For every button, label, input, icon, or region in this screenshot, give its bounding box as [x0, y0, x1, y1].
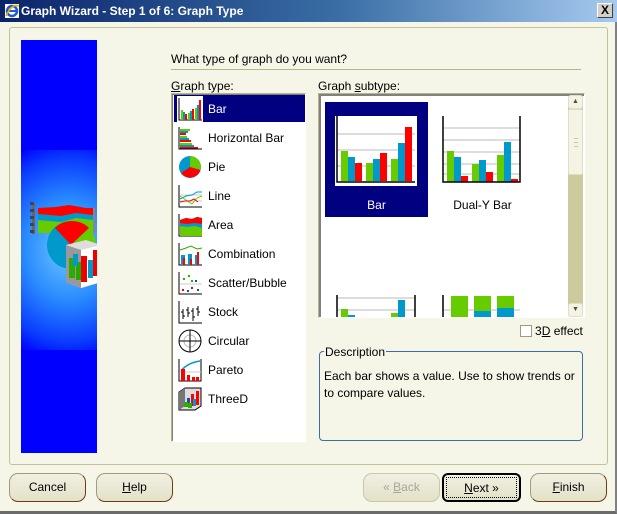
- scroll-up-button[interactable]: ▲: [568, 95, 583, 109]
- graph-type-item-combination[interactable]: Combination: [174, 240, 305, 267]
- question-divider: [171, 69, 581, 70]
- subtype-item-bar[interactable]: Bar: [325, 102, 428, 217]
- help-button[interactable]: Help: [96, 473, 173, 502]
- cancel-button[interactable]: Cancel: [9, 473, 86, 502]
- subtype-item-3[interactable]: [325, 259, 428, 317]
- threed-label-rest: effect: [550, 324, 583, 338]
- line-chart-icon: [177, 182, 203, 209]
- graph-type-label-combination: Combination: [208, 246, 276, 261]
- graph-type-label-scatter-bubble: Scatter/Bubble: [208, 275, 287, 290]
- checkbox-box[interactable]: [520, 325, 532, 337]
- combination-chart-icon: [177, 240, 203, 267]
- subtype-dual-y-bar-thumbnail: [441, 116, 523, 186]
- graph-type-item-scatter-bubble[interactable]: Scatter/Bubble: [174, 269, 305, 296]
- subtype-bar-thumbnail: [335, 116, 417, 186]
- finish-mnemonic: F: [552, 480, 560, 494]
- circular-chart-icon: [177, 327, 203, 354]
- title-bar[interactable]: Graph Wizard - Step 1 of 6: Graph Type X: [0, 0, 617, 22]
- scroll-up-icon: ▲: [572, 98, 579, 105]
- graph-type-item-stock[interactable]: Stock: [174, 298, 305, 325]
- threed-bars-image-icon: [66, 240, 97, 288]
- graph-type-item-circular[interactable]: Circular: [174, 327, 305, 354]
- graph-type-label-area: Area: [208, 217, 234, 232]
- graph-type-label-text: raph type:: [180, 79, 234, 93]
- subtype-4-thumbnail: [441, 273, 523, 317]
- back-label: ack: [401, 480, 420, 494]
- graph-type-item-threed[interactable]: ThreeD: [174, 385, 305, 412]
- graph-type-label-line: Line: [208, 188, 231, 203]
- graph-type-label-circular: Circular: [208, 333, 250, 348]
- window-title: Graph Wizard - Step 1 of 6: Graph Type: [21, 4, 244, 18]
- pie-chart-icon: [177, 153, 203, 180]
- threed-effect-checkbox[interactable]: 3D effect: [520, 324, 583, 338]
- scroll-thumb[interactable]: [568, 109, 583, 175]
- graph-type-label-pie: Pie: [208, 159, 226, 174]
- graph-type-label-stock: Stock: [208, 304, 239, 319]
- subtype-item-dual-y-bar[interactable]: Dual-Y Bar: [431, 102, 534, 217]
- subtype-scrollbar[interactable]: ▲ ▼: [568, 95, 583, 317]
- threed-label-mnemonic: D: [541, 324, 551, 338]
- subtype-caption-bar: Bar: [367, 198, 386, 212]
- grip-mark: [574, 142, 578, 143]
- focus-rect: [446, 477, 517, 498]
- app-icon: [5, 4, 20, 18]
- cancel-label: Cancel: [28, 480, 67, 494]
- scroll-down-icon: ▼: [572, 306, 579, 313]
- subtype-item-4[interactable]: [431, 259, 534, 317]
- subtype-3-thumbnail: [335, 273, 417, 317]
- graph-subtype-gallery[interactable]: Bar Dual-Y Bar: [318, 93, 585, 318]
- graph-type-mnemonic: G: [171, 79, 181, 93]
- close-button[interactable]: X: [597, 3, 613, 18]
- graph-type-item-line[interactable]: Line: [174, 182, 305, 209]
- description-group: Description Each bar shows a value. Use …: [319, 345, 583, 441]
- grip-mark: [574, 146, 578, 147]
- back-mnemonic: B: [393, 480, 402, 494]
- graph-type-list[interactable]: Bar Horizontal Bar Pie Line Area Combina…: [171, 93, 306, 442]
- threed-label-pre: 3: [535, 324, 542, 338]
- graph-type-item-horizontal-bar[interactable]: Horizontal Bar: [174, 124, 305, 151]
- next-button[interactable]: Next »: [442, 473, 521, 502]
- stock-chart-icon: [177, 298, 203, 325]
- description-legend: Description: [324, 345, 387, 359]
- close-icon: X: [600, 3, 609, 17]
- graph-type-item-bar[interactable]: Bar: [174, 95, 305, 122]
- scatter-chart-icon: [177, 269, 203, 296]
- area-chart-icon: [177, 211, 203, 238]
- bar-chart-icon: [177, 95, 203, 122]
- graph-collage-icon: [30, 202, 97, 288]
- horizontal-bar-chart-icon: [177, 124, 203, 151]
- graph-type-label-pareto: Pareto: [208, 362, 244, 377]
- finish-button[interactable]: Finish: [530, 473, 607, 502]
- graph-subtype-label-pre: Graph: [318, 79, 355, 93]
- description-text: Each bar shows a value. Use to show tren…: [324, 369, 575, 400]
- question-text: What type of graph do you want?: [171, 52, 348, 66]
- scroll-down-button[interactable]: ▼: [568, 303, 583, 317]
- graph-type-label-horizontal-bar: Horizontal Bar: [208, 130, 285, 145]
- grip-mark: [574, 138, 578, 139]
- pareto-chart-icon: [177, 356, 203, 383]
- graph-type-label-bar: Bar: [208, 101, 227, 116]
- threed-chart-icon: [177, 385, 203, 412]
- finish-label: inish: [559, 480, 585, 494]
- graph-type-label: Graph type:: [171, 79, 234, 93]
- graph-subtype-label: Graph subtype:: [318, 79, 400, 93]
- subtype-caption-dual-y-bar: Dual-Y Bar: [453, 198, 512, 212]
- back-button[interactable]: « Back: [363, 473, 440, 502]
- graph-type-item-pie[interactable]: Pie: [174, 153, 305, 180]
- graph-subtype-label-rest: ubtype:: [360, 79, 401, 93]
- wizard-banner-image: [21, 40, 97, 453]
- graph-wizard-dialog: Graph Wizard - Step 1 of 6: Graph Type X: [0, 0, 617, 514]
- help-label: elp: [130, 480, 147, 494]
- back-arrow-icon: «: [383, 480, 390, 494]
- graph-type-label-threed: ThreeD: [208, 391, 249, 406]
- help-mnemonic: H: [122, 480, 131, 494]
- graph-type-item-area[interactable]: Area: [174, 211, 305, 238]
- graph-type-item-pareto[interactable]: Pareto: [174, 356, 305, 383]
